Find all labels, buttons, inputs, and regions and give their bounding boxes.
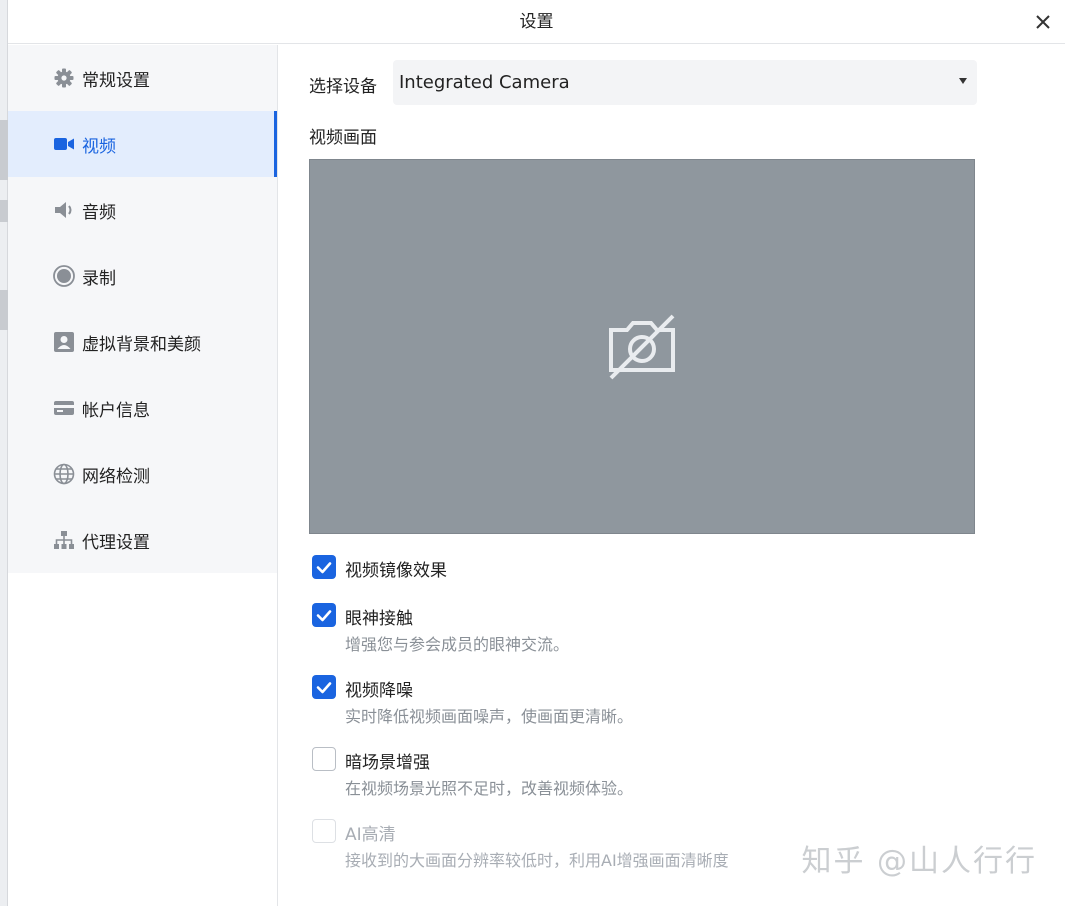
option-label: AI高清 (345, 825, 396, 845)
eye-contact-checkbox[interactable] (312, 603, 336, 627)
preview-label: 视频画面 (309, 128, 377, 148)
title-bar: 设置 (8, 0, 1065, 44)
sidebar-item-label: 常规设置 (82, 70, 150, 91)
sidebar-item-account[interactable]: 帐户信息 (8, 375, 277, 441)
option-label: 暗场景增强 (345, 753, 430, 773)
video-preview (309, 159, 975, 534)
globe-icon (52, 462, 76, 486)
close-icon (1036, 15, 1050, 29)
video-denoise-checkbox[interactable] (312, 675, 336, 699)
sidebar-item-label: 录制 (82, 268, 116, 289)
check-icon (316, 610, 332, 622)
option-description: 接收到的大画面分辨率较低时，利用AI增强画面清晰度 (345, 851, 729, 870)
sidebar-item-label: 代理设置 (82, 532, 150, 553)
close-button[interactable] (1029, 8, 1057, 36)
low-light-enhance-checkbox[interactable] (312, 747, 336, 771)
portrait-icon (52, 330, 76, 354)
background-window-edge (0, 0, 8, 906)
video-settings-panel: 选择设备 Integrated Camera 视频画面 视频镜像效果 眼神接触 … (278, 45, 1065, 906)
option-description: 实时降低视频画面噪声，使画面更清晰。 (345, 707, 634, 726)
settings-dialog: 设置 常规设置 视频 音频 录制 虚拟背景和美颜 帐户信息 网络检测 代理设置 … (8, 0, 1065, 906)
record-icon (52, 264, 76, 288)
check-icon (316, 562, 332, 574)
sidebar-item-recording[interactable]: 录制 (8, 243, 277, 309)
sidebar-item-label: 网络检测 (82, 466, 150, 487)
sidebar-item-label: 帐户信息 (82, 400, 150, 421)
dialog-title: 设置 (519, 12, 554, 32)
video-camera-icon (52, 132, 76, 156)
ai-hd-checkbox[interactable] (312, 819, 336, 843)
sidebar-item-label: 视频 (82, 136, 116, 157)
option-description: 增强您与参会成员的眼神交流。 (345, 635, 570, 654)
sidebar-item-general[interactable]: 常规设置 (8, 45, 277, 111)
network-tree-icon (52, 528, 76, 552)
mirror-video-checkbox[interactable] (312, 555, 336, 579)
option-label: 视频镜像效果 (345, 561, 447, 581)
option-description: 在视频场景光照不足时，改善视频体验。 (345, 779, 634, 798)
sidebar-item-virtual-background[interactable]: 虚拟背景和美颜 (8, 309, 277, 375)
card-icon (52, 396, 76, 420)
watermark: 知乎 @山人行行 (801, 844, 1037, 879)
settings-sidebar: 常规设置 视频 音频 录制 虚拟背景和美颜 帐户信息 网络检测 代理设置 (8, 45, 278, 906)
option-label: 眼神接触 (345, 609, 413, 629)
option-label: 视频降噪 (345, 681, 413, 701)
sidebar-item-network-test[interactable]: 网络检测 (8, 441, 277, 507)
camera-off-icon (609, 314, 675, 379)
device-select[interactable]: Integrated Camera (393, 60, 977, 105)
check-icon (316, 682, 332, 694)
gear-icon (52, 66, 76, 90)
sidebar-item-proxy[interactable]: 代理设置 (8, 507, 277, 573)
sidebar-item-label: 虚拟背景和美颜 (82, 334, 201, 355)
sidebar-item-label: 音频 (82, 202, 116, 223)
chevron-down-icon (959, 78, 967, 84)
speaker-icon (52, 198, 76, 222)
device-select-value: Integrated Camera (399, 72, 570, 93)
sidebar-item-video[interactable]: 视频 (8, 111, 277, 177)
sidebar-item-audio[interactable]: 音频 (8, 177, 277, 243)
device-select-label: 选择设备 (309, 77, 377, 97)
